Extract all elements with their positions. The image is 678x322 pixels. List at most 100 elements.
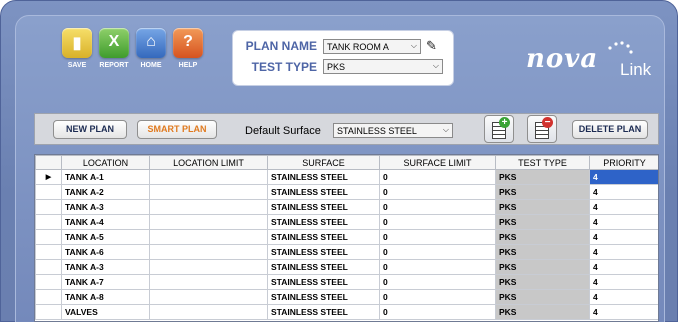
row-selector[interactable] (35, 244, 62, 260)
table-cell-surface-limit[interactable]: 0 (379, 184, 496, 200)
table-cell-surface[interactable]: STAINLESS STEEL (267, 259, 380, 275)
table-cell-test-type[interactable]: PKS (495, 304, 590, 320)
table-cell-location-limit[interactable] (149, 274, 268, 290)
table-cell-test-type[interactable]: PKS (495, 199, 590, 215)
table-cell-test-type[interactable]: PKS (495, 259, 590, 275)
table-cell-test-type[interactable]: PKS (495, 184, 590, 200)
table-cell-priority[interactable]: 4 (589, 259, 658, 275)
table-row[interactable]: TANK A-7 STAINLESS STEEL 0 PKS 4 (35, 274, 658, 290)
default-surface-select[interactable]: STAINLESS STEEL ⌵ (333, 123, 453, 138)
row-selector[interactable] (35, 289, 62, 305)
plan-name-label: PLAN NAME (245, 39, 317, 53)
table-cell-test-type[interactable]: PKS (495, 169, 590, 185)
table-cell-location[interactable]: TANK A-8 (61, 289, 150, 305)
table-cell-priority[interactable]: 4 (589, 199, 658, 215)
table-cell-surface[interactable]: STAINLESS STEEL (267, 274, 380, 290)
table-row[interactable]: TANK A-6 STAINLESS STEEL 0 PKS 4 (35, 244, 658, 260)
table-cell-test-type[interactable]: PKS (495, 229, 590, 245)
table-cell-surface[interactable]: STAINLESS STEEL (267, 214, 380, 230)
table-cell-surface-limit[interactable]: 0 (379, 259, 496, 275)
table-cell-test-type[interactable]: PKS (495, 274, 590, 290)
table-row[interactable]: TANK A-3 STAINLESS STEEL 0 PKS 4 (35, 259, 658, 275)
table-cell-location[interactable]: TANK A-3 (61, 259, 150, 275)
table-cell-location-limit[interactable] (149, 229, 268, 245)
table-row[interactable]: TANK A-4 STAINLESS STEEL 0 PKS 4 (35, 214, 658, 230)
table-cell-location[interactable]: VALVES (61, 304, 150, 320)
table-cell-location[interactable]: TANK A-7 (61, 274, 150, 290)
table-cell-priority[interactable]: 4 (589, 289, 658, 305)
table-row[interactable]: TANK A-3 STAINLESS STEEL 0 PKS 4 (35, 199, 658, 215)
new-plan-button[interactable]: NEW PLAN (53, 120, 127, 139)
table-cell-priority[interactable]: 4 (589, 184, 658, 200)
delete-plan-button[interactable]: DELETE PLAN (572, 120, 648, 139)
table-row[interactable]: TANK A-8 STAINLESS STEEL 0 PKS 4 (35, 289, 658, 305)
table-cell-priority[interactable]: 4 (589, 244, 658, 260)
remove-row-button[interactable]: − (527, 115, 557, 143)
table-cell-priority[interactable]: 4 (589, 274, 658, 290)
table-cell-surface-limit[interactable]: 0 (379, 214, 496, 230)
table-cell-priority[interactable]: 4 (589, 229, 658, 245)
table-cell-surface-limit[interactable]: 0 (379, 289, 496, 305)
table-cell-location[interactable]: TANK A-3 (61, 199, 150, 215)
table-cell-surface-limit[interactable]: 0 (379, 274, 496, 290)
table-cell-surface-limit[interactable]: 0 (379, 244, 496, 260)
plan-name-select[interactable]: TANK ROOM A ⌵ (323, 38, 421, 54)
table-cell-surface-limit[interactable]: 0 (379, 304, 496, 320)
row-selector[interactable] (35, 274, 62, 290)
table-cell-location[interactable]: TANK A-2 (61, 184, 150, 200)
table-cell-surface[interactable]: STAINLESS STEEL (267, 199, 380, 215)
table-cell-surface-limit[interactable]: 0 (379, 199, 496, 215)
table-cell-location-limit[interactable] (149, 244, 268, 260)
table-cell-location[interactable]: TANK A-6 (61, 244, 150, 260)
home-button[interactable]: ⌂ HOME (134, 28, 168, 69)
test-type-select[interactable]: PKS ⌵ (323, 59, 443, 74)
row-selector[interactable] (35, 259, 62, 275)
column-header[interactable]: LOCATION (61, 155, 150, 170)
table-cell-location-limit[interactable] (149, 214, 268, 230)
row-selector[interactable] (35, 199, 62, 215)
table-cell-surface[interactable]: STAINLESS STEEL (267, 229, 380, 245)
column-header[interactable]: PRIORITY (589, 155, 658, 170)
table-cell-surface[interactable]: STAINLESS STEEL (267, 244, 380, 260)
table-cell-test-type[interactable]: PKS (495, 244, 590, 260)
smart-plan-button[interactable]: SMART PLAN (137, 120, 217, 139)
table-row[interactable]: VALVES STAINLESS STEEL 0 PKS 4 (35, 304, 658, 320)
table-cell-location-limit[interactable] (149, 199, 268, 215)
table-cell-location-limit[interactable] (149, 304, 268, 320)
current-row-indicator[interactable]: ▶ (35, 169, 62, 185)
table-cell-location-limit[interactable] (149, 184, 268, 200)
table-row[interactable]: ▶ TANK A-1 STAINLESS STEEL 0 PKS 4 (35, 169, 658, 185)
row-selector[interactable] (35, 229, 62, 245)
table-cell-location[interactable]: TANK A-4 (61, 214, 150, 230)
table-cell-priority[interactable]: 4 (589, 169, 658, 185)
table-cell-test-type[interactable]: PKS (495, 214, 590, 230)
help-button[interactable]: ? HELP (171, 28, 205, 69)
table-cell-priority[interactable]: 4 (589, 214, 658, 230)
table-cell-surface[interactable]: STAINLESS STEEL (267, 169, 380, 185)
row-selector[interactable] (35, 214, 62, 230)
table-cell-location-limit[interactable] (149, 289, 268, 305)
table-cell-surface[interactable]: STAINLESS STEEL (267, 289, 380, 305)
table-cell-priority[interactable]: 4 (589, 304, 658, 320)
add-row-button[interactable]: + (484, 115, 514, 143)
save-button[interactable]: ▮ SAVE (60, 28, 94, 69)
table-cell-location-limit[interactable] (149, 259, 268, 275)
edit-pencil-icon[interactable]: ✎ (426, 38, 437, 54)
table-row[interactable]: TANK A-5 STAINLESS STEEL 0 PKS 4 (35, 229, 658, 245)
column-header[interactable]: TEST TYPE (495, 155, 590, 170)
row-selector[interactable] (35, 304, 62, 320)
row-selector[interactable] (35, 184, 62, 200)
column-header[interactable]: LOCATION LIMIT (149, 155, 268, 170)
table-cell-location[interactable]: TANK A-5 (61, 229, 150, 245)
column-header[interactable]: SURFACE (267, 155, 380, 170)
table-cell-test-type[interactable]: PKS (495, 289, 590, 305)
column-header[interactable]: SURFACE LIMIT (379, 155, 496, 170)
table-cell-location[interactable]: TANK A-1 (61, 169, 150, 185)
report-button[interactable]: X REPORT (97, 28, 131, 69)
table-cell-surface[interactable]: STAINLESS STEEL (267, 184, 380, 200)
table-cell-surface-limit[interactable]: 0 (379, 169, 496, 185)
table-cell-location-limit[interactable] (149, 169, 268, 185)
table-row[interactable]: TANK A-2 STAINLESS STEEL 0 PKS 4 (35, 184, 658, 200)
table-cell-surface[interactable]: STAINLESS STEEL (267, 304, 380, 320)
table-cell-surface-limit[interactable]: 0 (379, 229, 496, 245)
